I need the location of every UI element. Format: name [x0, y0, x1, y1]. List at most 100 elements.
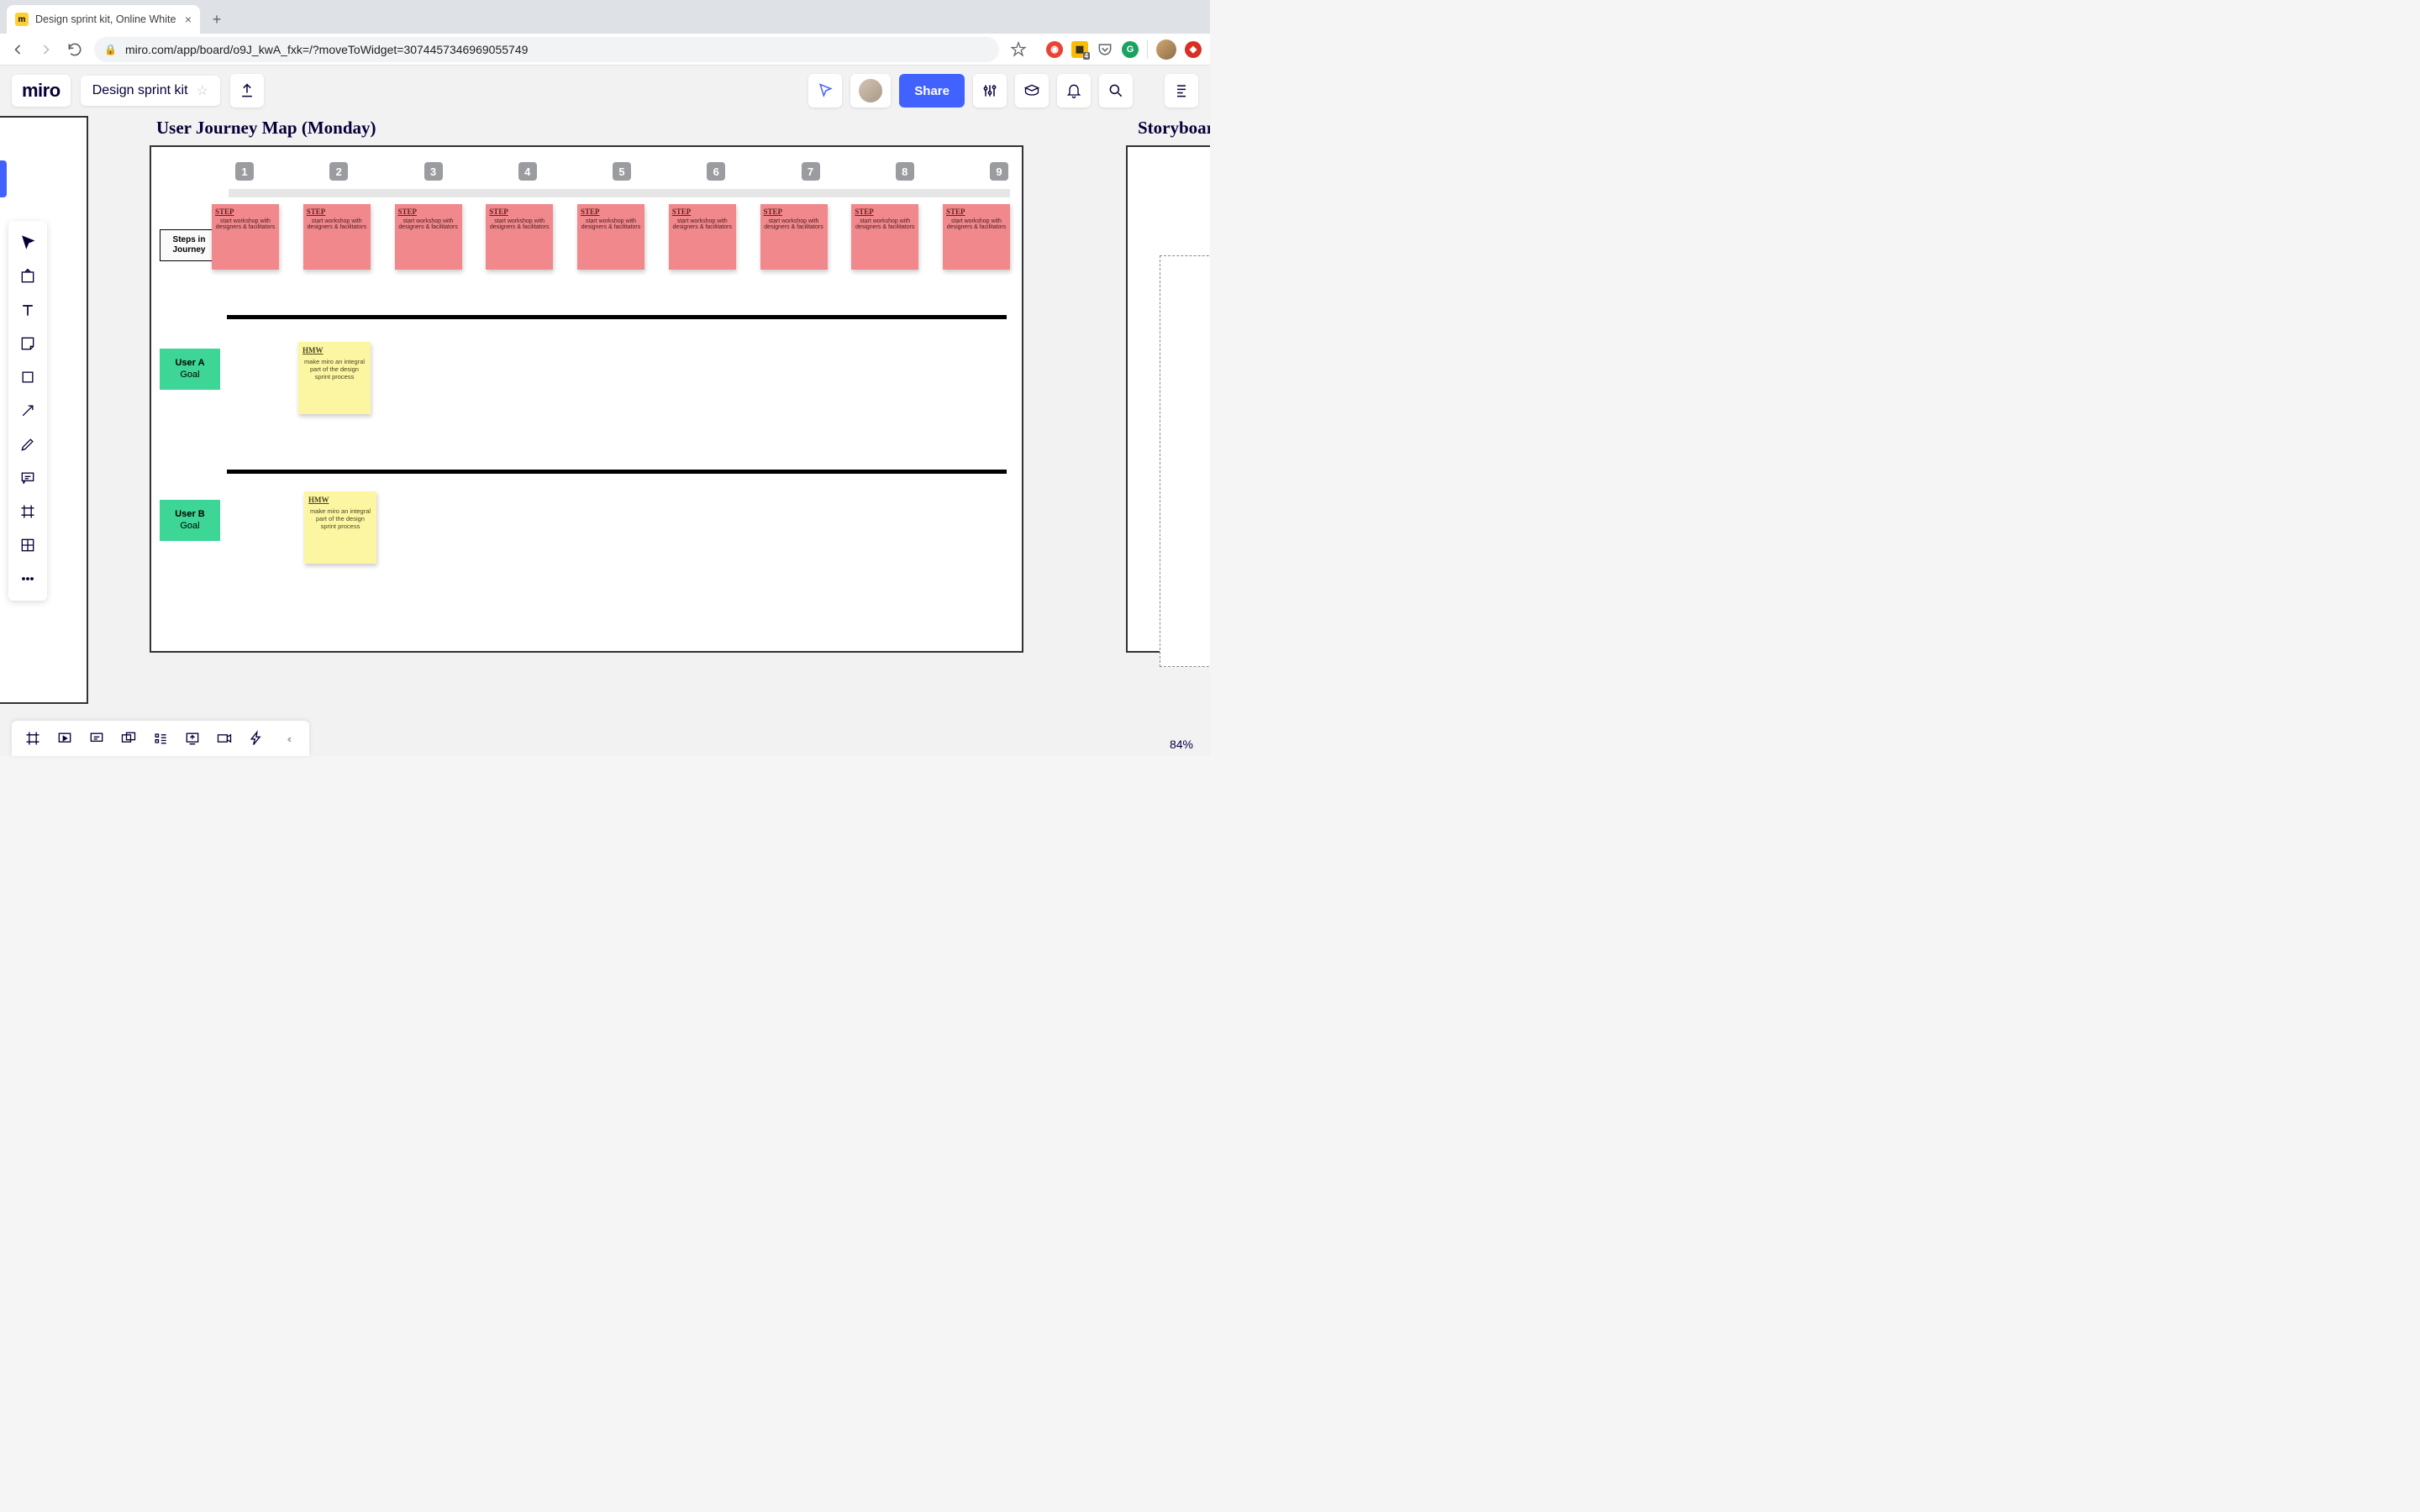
sticky-body: start workshop with designers & facilita…: [215, 218, 276, 230]
reload-button[interactable]: [66, 40, 84, 59]
collapse-toolbar-button[interactable]: ‹‹: [274, 726, 302, 751]
share-button[interactable]: Share: [899, 74, 965, 108]
step-number[interactable]: 7: [802, 162, 820, 181]
browser-url-bar: 🔒 miro.com/app/board/o9J_kwA_fxk=/?moveT…: [0, 34, 1210, 66]
sticky-note-pink[interactable]: STEPstart workshop with designers & faci…: [760, 204, 828, 270]
browser-tab[interactable]: m Design sprint kit, Online White ×: [7, 5, 200, 34]
frames-panel-button[interactable]: [18, 726, 47, 751]
extension-icon[interactable]: ▦4: [1071, 41, 1088, 58]
grammarly-icon[interactable]: G: [1122, 41, 1139, 58]
user-avatar[interactable]: [850, 74, 891, 108]
tab-title: Design sprint kit, Online White: [35, 13, 176, 25]
learn-button[interactable]: [1015, 74, 1049, 108]
sticky-tag: STEP: [307, 207, 367, 216]
tab-favicon-icon: m: [15, 13, 29, 26]
video-button[interactable]: [210, 726, 239, 751]
bottom-toolbar: ‹‹: [12, 721, 309, 756]
sticky-note-yellow[interactable]: HMW make miro an integral part of the de…: [304, 491, 376, 564]
cards-button[interactable]: [114, 726, 143, 751]
zoom-level[interactable]: 84%: [1170, 738, 1193, 751]
arrow-tool[interactable]: [13, 396, 43, 426]
sticky-tag: STEP: [764, 207, 824, 216]
step-number[interactable]: 1: [235, 162, 254, 181]
frame-title[interactable]: User Journey Map (Monday): [156, 118, 376, 139]
new-tab-button[interactable]: +: [205, 8, 229, 31]
steps-row-label[interactable]: Steps in Journey: [160, 229, 218, 261]
forward-button[interactable]: [37, 40, 55, 59]
url-text: miro.com/app/board/o9J_kwA_fxk=/?moveToW…: [125, 43, 528, 56]
comments-panel-button[interactable]: [82, 726, 111, 751]
history-button[interactable]: [146, 726, 175, 751]
bolt-button[interactable]: [242, 726, 271, 751]
avatar-icon: [857, 77, 884, 104]
star-bookmark-icon[interactable]: [1009, 40, 1028, 59]
sticky-note-pink[interactable]: STEPstart workshop with designers & faci…: [851, 204, 918, 270]
select-tool[interactable]: [13, 228, 43, 258]
notifications-button[interactable]: [1057, 74, 1091, 108]
sticky-note-pink[interactable]: STEP start workshop with designers & faci…: [669, 204, 736, 270]
miro-header-right: Share: [808, 74, 1198, 108]
sticky-note-pink[interactable]: STEPstart workshop with designers & faci…: [212, 204, 279, 270]
miro-logo[interactable]: miro: [12, 75, 71, 107]
sticky-body: start workshop with designers & facilita…: [581, 218, 641, 230]
cursor-presence-button[interactable]: [808, 74, 842, 108]
step-number[interactable]: 8: [896, 162, 914, 181]
sticky-note-pink[interactable]: STEPstart workshop with designers & faci…: [943, 204, 1010, 270]
grid-tool[interactable]: [13, 530, 43, 560]
canvas[interactable]: User Journey Map (Monday) 1 2 3 4 5 6 7 …: [0, 66, 1210, 756]
sticky-note-pink[interactable]: STEPstart workshop with designers & faci…: [577, 204, 644, 270]
frame-title[interactable]: Storyboar: [1138, 118, 1210, 139]
search-button[interactable]: [1099, 74, 1133, 108]
sticky-note-tool[interactable]: [13, 328, 43, 359]
dashed-placeholder[interactable]: [1160, 255, 1210, 667]
divider-line: [227, 470, 1007, 474]
sticky-body: start workshop with designers & facilita…: [946, 218, 1007, 230]
star-icon[interactable]: ☆: [197, 82, 208, 99]
sticky-tag: STEP: [489, 207, 550, 216]
user-b-bold: User B: [175, 509, 204, 519]
lock-icon: 🔒: [104, 44, 117, 55]
frame-tool[interactable]: [13, 496, 43, 527]
sticky-body: start workshop with designers & facilita…: [489, 218, 550, 230]
back-button[interactable]: [8, 40, 27, 59]
sticky-note-pink[interactable]: STEPstart workshop with designers & faci…: [395, 204, 462, 270]
board-title-wrap[interactable]: Design sprint kit ☆: [81, 76, 220, 106]
comment-tool[interactable]: [13, 463, 43, 493]
url-input[interactable]: 🔒 miro.com/app/board/o9J_kwA_fxk=/?moveT…: [94, 37, 999, 62]
user-a-text: Goal: [180, 370, 199, 380]
sticky-note-pink[interactable]: STEP start workshop with designers & faci…: [486, 204, 553, 270]
shape-tool[interactable]: [13, 362, 43, 392]
step-number[interactable]: 3: [424, 162, 443, 181]
step-number[interactable]: 9: [990, 162, 1008, 181]
export-button[interactable]: [230, 74, 264, 108]
activity-panel-button[interactable]: [1165, 74, 1198, 108]
profile-avatar[interactable]: [1156, 39, 1176, 60]
adblock-icon[interactable]: ◆: [1185, 41, 1202, 58]
extension-icon[interactable]: ◉: [1046, 41, 1063, 58]
step-number[interactable]: 6: [707, 162, 725, 181]
step-number[interactable]: 2: [329, 162, 348, 181]
user-a-goal-label[interactable]: User A Goal: [160, 349, 220, 390]
sticky-body: start workshop with designers & facilita…: [672, 218, 733, 230]
tab-close-icon[interactable]: ×: [185, 13, 192, 26]
step-number[interactable]: 4: [518, 162, 537, 181]
presentation-button[interactable]: [50, 726, 79, 751]
pocket-icon[interactable]: [1097, 41, 1113, 58]
more-tools[interactable]: [13, 564, 43, 594]
sticky-note-pink[interactable]: STEPstart workshop with designers & faci…: [303, 204, 371, 270]
user-b-goal-label[interactable]: User B Goal: [160, 500, 220, 541]
sticky-tag: STEP: [672, 207, 733, 216]
settings-button[interactable]: [973, 74, 1007, 108]
text-tool[interactable]: [13, 295, 43, 325]
sticky-note-yellow[interactable]: HMW make miro an integral part of the de…: [298, 342, 371, 414]
sticky-row: STEP start workshop with designers & faci…: [212, 204, 1010, 270]
frame-journey-map[interactable]: 1 2 3 4 5 6 7 8 9 Steps in Journey STEP s…: [150, 145, 1023, 653]
step-numbers-row: 1 2 3 4 5 6 7 8 9: [235, 162, 1008, 181]
pen-tool[interactable]: [13, 429, 43, 459]
screen-share-button[interactable]: [178, 726, 207, 751]
sticky-tag: HMW: [302, 346, 366, 354]
sticky-body: start workshop with designers & facilita…: [398, 218, 459, 230]
miro-header-left: miro Design sprint kit ☆: [12, 74, 264, 108]
templates-tool[interactable]: [13, 261, 43, 291]
step-number[interactable]: 5: [613, 162, 631, 181]
